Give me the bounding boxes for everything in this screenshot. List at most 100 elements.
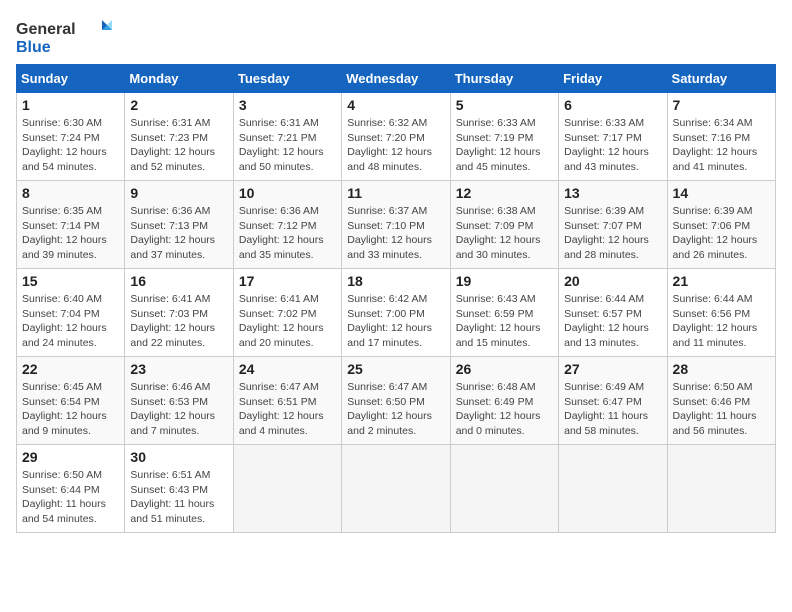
calendar-cell: 27 Sunrise: 6:49 AM Sunset: 6:47 PM Dayli…	[559, 357, 667, 445]
calendar-cell	[559, 445, 667, 533]
day-number: 17	[239, 273, 336, 289]
day-info: Sunrise: 6:36 AM Sunset: 7:13 PM Dayligh…	[130, 204, 227, 263]
calendar-cell: 30 Sunrise: 6:51 AM Sunset: 6:43 PM Dayli…	[125, 445, 233, 533]
calendar-cell: 29 Sunrise: 6:50 AM Sunset: 6:44 PM Dayli…	[17, 445, 125, 533]
calendar-cell	[667, 445, 775, 533]
day-number: 27	[564, 361, 661, 377]
day-info: Sunrise: 6:48 AM Sunset: 6:49 PM Dayligh…	[456, 380, 553, 439]
day-info: Sunrise: 6:37 AM Sunset: 7:10 PM Dayligh…	[347, 204, 444, 263]
day-number: 19	[456, 273, 553, 289]
calendar-cell: 24 Sunrise: 6:47 AM Sunset: 6:51 PM Dayli…	[233, 357, 341, 445]
day-number: 21	[673, 273, 770, 289]
logo-icon: General Blue	[16, 16, 116, 56]
calendar-cell: 5Sunrise: 6:33 AM Sunset: 7:19 PM Daylig…	[450, 93, 558, 181]
calendar-week-row: 22 Sunrise: 6:45 AM Sunset: 6:54 PM Dayli…	[17, 357, 776, 445]
day-info: Sunrise: 6:42 AM Sunset: 7:00 PM Dayligh…	[347, 292, 444, 351]
calendar-cell	[450, 445, 558, 533]
day-info: Sunrise: 6:41 AM Sunset: 7:02 PM Dayligh…	[239, 292, 336, 351]
day-number: 23	[130, 361, 227, 377]
calendar-cell: 13 Sunrise: 6:39 AM Sunset: 7:07 PM Dayli…	[559, 181, 667, 269]
col-header-monday: Monday	[125, 65, 233, 93]
calendar-cell: 1 Sunrise: 6:30 AM Sunset: 7:24 PM Daylig…	[17, 93, 125, 181]
calendar-cell: 3Sunrise: 6:31 AM Sunset: 7:21 PM Daylig…	[233, 93, 341, 181]
day-number: 30	[130, 449, 227, 465]
day-info: Sunrise: 6:44 AM Sunset: 6:57 PM Dayligh…	[564, 292, 661, 351]
day-info: Sunrise: 6:44 AM Sunset: 6:56 PM Dayligh…	[673, 292, 770, 351]
day-number: 4	[347, 97, 444, 113]
day-number: 9	[130, 185, 227, 201]
day-number: 12	[456, 185, 553, 201]
day-info: Sunrise: 6:39 AM Sunset: 7:07 PM Dayligh…	[564, 204, 661, 263]
calendar-cell	[233, 445, 341, 533]
calendar-cell: 15 Sunrise: 6:40 AM Sunset: 7:04 PM Dayli…	[17, 269, 125, 357]
calendar-cell: 25 Sunrise: 6:47 AM Sunset: 6:50 PM Dayli…	[342, 357, 450, 445]
calendar-cell: 6 Sunrise: 6:33 AM Sunset: 7:17 PM Daylig…	[559, 93, 667, 181]
day-info: Sunrise: 6:47 AM Sunset: 6:50 PM Dayligh…	[347, 380, 444, 439]
day-number: 15	[22, 273, 119, 289]
calendar-cell: 19Sunrise: 6:43 AM Sunset: 6:59 PM Dayli…	[450, 269, 558, 357]
day-info: Sunrise: 6:39 AM Sunset: 7:06 PM Dayligh…	[673, 204, 770, 263]
calendar-cell: 18 Sunrise: 6:42 AM Sunset: 7:00 PM Dayli…	[342, 269, 450, 357]
header: General Blue	[16, 16, 776, 56]
day-number: 20	[564, 273, 661, 289]
calendar-week-row: 29 Sunrise: 6:50 AM Sunset: 6:44 PM Dayli…	[17, 445, 776, 533]
day-info: Sunrise: 6:33 AM Sunset: 7:17 PM Dayligh…	[564, 116, 661, 175]
day-number: 3	[239, 97, 336, 113]
day-info: Sunrise: 6:49 AM Sunset: 6:47 PM Dayligh…	[564, 380, 661, 439]
day-number: 26	[456, 361, 553, 377]
day-info: Sunrise: 6:31 AM Sunset: 7:23 PM Dayligh…	[130, 116, 227, 175]
day-number: 16	[130, 273, 227, 289]
calendar-cell: 8 Sunrise: 6:35 AM Sunset: 7:14 PM Daylig…	[17, 181, 125, 269]
day-info: Sunrise: 6:34 AM Sunset: 7:16 PM Dayligh…	[673, 116, 770, 175]
day-number: 22	[22, 361, 119, 377]
day-info: Sunrise: 6:51 AM Sunset: 6:43 PM Dayligh…	[130, 468, 227, 527]
day-number: 18	[347, 273, 444, 289]
calendar-cell: 21 Sunrise: 6:44 AM Sunset: 6:56 PM Dayli…	[667, 269, 775, 357]
day-number: 24	[239, 361, 336, 377]
day-info: Sunrise: 6:38 AM Sunset: 7:09 PM Dayligh…	[456, 204, 553, 263]
calendar-cell: 10 Sunrise: 6:36 AM Sunset: 7:12 PM Dayli…	[233, 181, 341, 269]
calendar-cell	[342, 445, 450, 533]
calendar-week-row: 15 Sunrise: 6:40 AM Sunset: 7:04 PM Dayli…	[17, 269, 776, 357]
calendar-cell: 20 Sunrise: 6:44 AM Sunset: 6:57 PM Dayli…	[559, 269, 667, 357]
day-info: Sunrise: 6:32 AM Sunset: 7:20 PM Dayligh…	[347, 116, 444, 175]
calendar-week-row: 1 Sunrise: 6:30 AM Sunset: 7:24 PM Daylig…	[17, 93, 776, 181]
col-header-thursday: Thursday	[450, 65, 558, 93]
calendar-cell: 16Sunrise: 6:41 AM Sunset: 7:03 PM Dayli…	[125, 269, 233, 357]
col-header-saturday: Saturday	[667, 65, 775, 93]
day-number: 2	[130, 97, 227, 113]
calendar-cell: 2 Sunrise: 6:31 AM Sunset: 7:23 PM Daylig…	[125, 93, 233, 181]
day-info: Sunrise: 6:36 AM Sunset: 7:12 PM Dayligh…	[239, 204, 336, 263]
day-number: 13	[564, 185, 661, 201]
day-number: 7	[673, 97, 770, 113]
calendar-header-row: SundayMondayTuesdayWednesdayThursdayFrid…	[17, 65, 776, 93]
calendar-week-row: 8 Sunrise: 6:35 AM Sunset: 7:14 PM Daylig…	[17, 181, 776, 269]
calendar-cell: 28Sunrise: 6:50 AM Sunset: 6:46 PM Dayli…	[667, 357, 775, 445]
day-number: 10	[239, 185, 336, 201]
calendar-cell: 7 Sunrise: 6:34 AM Sunset: 7:16 PM Daylig…	[667, 93, 775, 181]
day-info: Sunrise: 6:35 AM Sunset: 7:14 PM Dayligh…	[22, 204, 119, 263]
day-number: 1	[22, 97, 119, 113]
calendar-cell: 4 Sunrise: 6:32 AM Sunset: 7:20 PM Daylig…	[342, 93, 450, 181]
calendar-table: SundayMondayTuesdayWednesdayThursdayFrid…	[16, 64, 776, 533]
calendar-cell: 12 Sunrise: 6:38 AM Sunset: 7:09 PM Dayli…	[450, 181, 558, 269]
col-header-tuesday: Tuesday	[233, 65, 341, 93]
calendar-cell: 22 Sunrise: 6:45 AM Sunset: 6:54 PM Dayli…	[17, 357, 125, 445]
col-header-sunday: Sunday	[17, 65, 125, 93]
day-number: 29	[22, 449, 119, 465]
day-info: Sunrise: 6:45 AM Sunset: 6:54 PM Dayligh…	[22, 380, 119, 439]
day-info: Sunrise: 6:30 AM Sunset: 7:24 PM Dayligh…	[22, 116, 119, 175]
day-info: Sunrise: 6:47 AM Sunset: 6:51 PM Dayligh…	[239, 380, 336, 439]
calendar-cell: 11 Sunrise: 6:37 AM Sunset: 7:10 PM Dayli…	[342, 181, 450, 269]
day-info: Sunrise: 6:40 AM Sunset: 7:04 PM Dayligh…	[22, 292, 119, 351]
svg-text:General: General	[16, 21, 76, 38]
calendar-cell: 17 Sunrise: 6:41 AM Sunset: 7:02 PM Dayli…	[233, 269, 341, 357]
day-number: 25	[347, 361, 444, 377]
day-info: Sunrise: 6:46 AM Sunset: 6:53 PM Dayligh…	[130, 380, 227, 439]
calendar-cell: 26 Sunrise: 6:48 AM Sunset: 6:49 PM Dayli…	[450, 357, 558, 445]
day-number: 6	[564, 97, 661, 113]
day-info: Sunrise: 6:33 AM Sunset: 7:19 PM Dayligh…	[456, 116, 553, 175]
day-info: Sunrise: 6:50 AM Sunset: 6:44 PM Dayligh…	[22, 468, 119, 527]
day-number: 8	[22, 185, 119, 201]
day-number: 11	[347, 185, 444, 201]
